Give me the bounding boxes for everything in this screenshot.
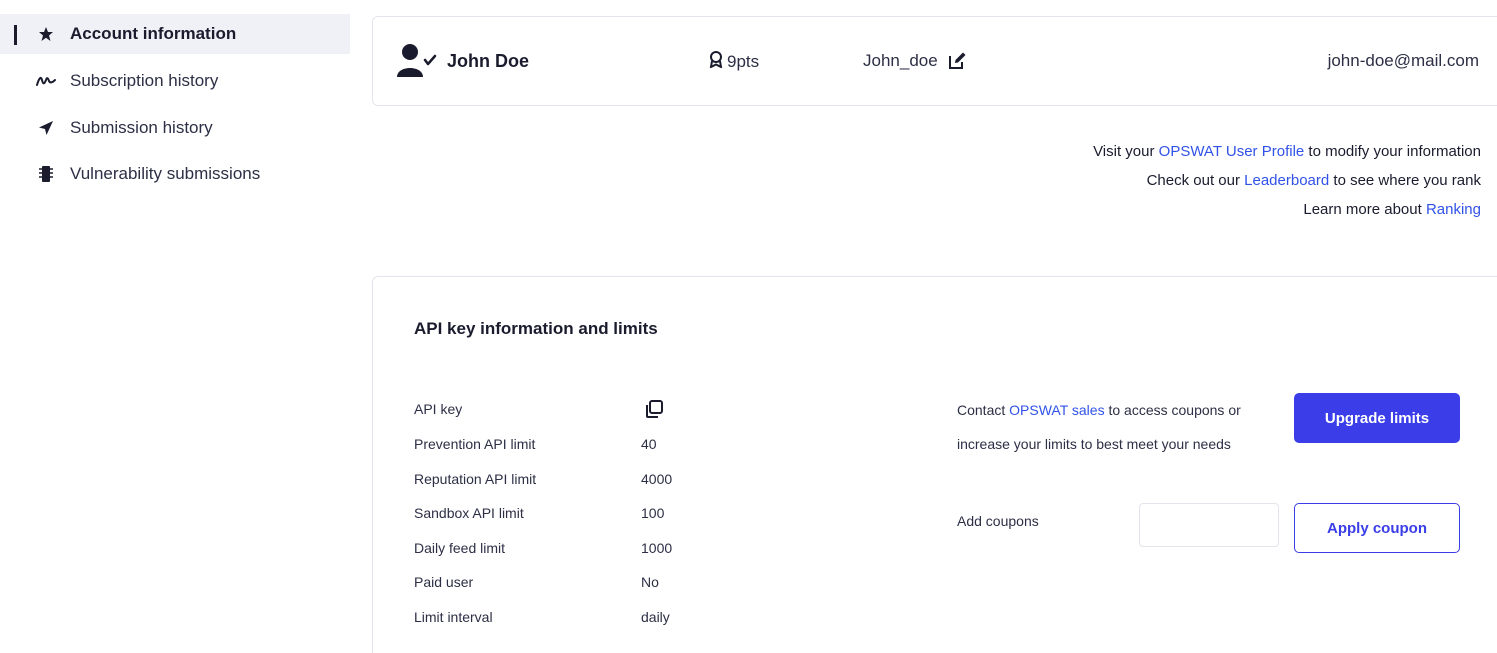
api-row-value: 4000 [641,471,673,487]
upgrade-limits-button[interactable]: Upgrade limits [1294,393,1460,443]
opswat-sales-link[interactable]: OPSWAT sales [1009,402,1104,418]
edit-icon[interactable] [948,52,966,70]
award-icon [709,51,723,73]
api-row-label: Sandbox API limit [414,505,524,521]
points-value: 9pts [727,52,760,71]
contact-text: Contact [957,402,1010,418]
api-row-value: 100 [641,505,665,521]
copy-icon[interactable] [645,400,663,418]
profile-info-links: Visit your OPSWAT User Profile to modify… [1093,137,1481,224]
star-icon [36,24,56,44]
api-info-card: API key information and limits API key P… [372,276,1497,653]
opswat-user-profile-link[interactable]: OPSWAT User Profile [1159,143,1305,160]
api-row-label: Daily feed limit [414,540,506,556]
api-row-value: 1000 [641,540,673,556]
api-row-label: Prevention API limit [414,436,536,452]
api-row-label: Reputation API limit [414,471,537,487]
info-line-profile: Visit your OPSWAT User Profile to modify… [1093,137,1481,166]
info-text: to see where you rank [1329,172,1481,189]
info-line-leaderboard: Check out our Leaderboard to see where y… [1093,166,1481,195]
api-section-title: API key information and limits [414,319,658,338]
info-text: Visit your [1093,143,1159,160]
sidebar-item-label: Account information [70,24,237,43]
user-name: John Doe [447,51,530,71]
send-icon [36,118,56,138]
api-row-label: API key [414,401,463,417]
sidebar-item-label: Submission history [70,118,213,137]
contact-sales-text: Contact OPSWAT sales to access coupons o… [957,393,1287,461]
username-value: John_doe [863,51,938,70]
api-row-value: No [641,574,659,590]
signature-icon [36,71,56,91]
sidebar-item-vulnerability-submissions[interactable]: Vulnerability submissions [0,154,350,194]
sidebar-item-label: Subscription history [70,71,219,90]
coupon-input[interactable] [1139,503,1279,547]
api-row-label: Limit interval [414,609,493,625]
info-text: to modify your information [1304,143,1481,160]
chip-icon [36,164,56,184]
sidebar-item-label: Vulnerability submissions [70,164,261,183]
user-check-icon [397,43,437,79]
apply-coupon-button[interactable]: Apply coupon [1294,503,1460,553]
sidebar-item-account-information[interactable]: Account information [0,14,350,54]
api-row-value: daily [641,609,670,625]
info-text: Check out our [1146,172,1245,189]
info-line-ranking: Learn more about Ranking [1093,195,1481,224]
sidebar: Account information Subscription history… [0,0,352,653]
leaderboard-link[interactable]: Leaderboard [1244,172,1329,189]
coupon-label: Add coupons [957,513,1039,529]
sidebar-item-subscription-history[interactable]: Subscription history [0,61,350,101]
info-text: Learn more about [1303,201,1426,218]
points-display: 9pts [709,51,759,73]
api-row-value: 40 [641,436,657,452]
sidebar-item-submission-history[interactable]: Submission history [0,108,350,148]
username-display: John_doe [863,51,966,71]
ranking-link[interactable]: Ranking [1426,201,1481,218]
api-row-label: Paid user [414,574,474,590]
profile-card: John Doe 9pts John_doe john-doe@mail.com [372,16,1497,106]
email-display: john-doe@mail.com [1327,51,1479,70]
